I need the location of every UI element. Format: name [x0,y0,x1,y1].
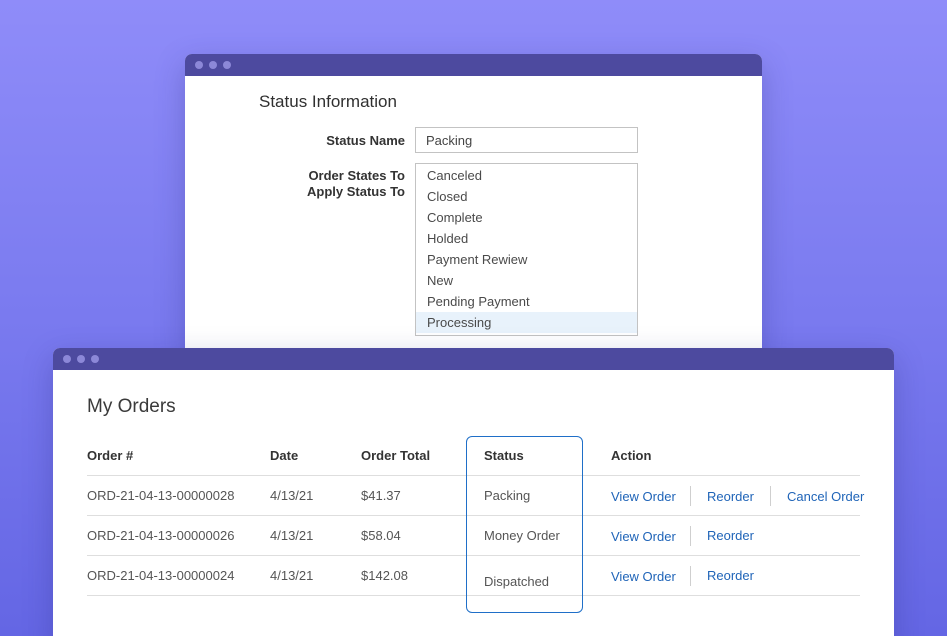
order-state-option-closed[interactable]: Closed [416,186,637,207]
order-state-option-holded[interactable]: Holded [416,228,637,249]
window-dot-icon [223,61,231,69]
reorder-link[interactable]: Reorder [691,568,770,583]
window-dot-icon [91,355,99,363]
column-header-date: Date [270,448,299,463]
order-state-option-processing[interactable]: Processing [416,312,637,333]
column-header-status: Status [484,448,524,463]
order-state-option-canceled[interactable]: Canceled [416,165,637,186]
order-states-label: Order States To Apply Status To [275,168,405,200]
status-name-input[interactable] [415,127,638,153]
table-row: ORD-21-04-13-00000028 4/13/21 $41.37 Pac… [87,476,864,516]
window-dot-icon [195,61,203,69]
order-status: Money Order [484,528,560,543]
order-total: $58.04 [361,528,401,543]
column-header-action: Action [611,448,652,463]
reorder-link[interactable]: Reorder [691,528,770,543]
order-status: Packing [484,488,531,503]
my-orders-title: My Orders [87,396,176,417]
table-row: ORD-21-04-13-00000024 4/13/21 $142.08 Di… [87,556,860,596]
order-date: 4/13/21 [270,488,314,503]
order-number: ORD-21-04-13-00000024 [87,568,235,583]
order-status: Dispatched [484,574,550,589]
window-dot-icon [77,355,85,363]
table-header-row: Order # Date Order Total Status Action [87,436,860,476]
order-states-label-line: Order States To [308,168,405,183]
order-total: $142.08 [361,568,408,583]
order-number: ORD-21-04-13-00000026 [87,528,235,543]
order-state-option-complete[interactable]: Complete [416,207,637,228]
order-actions: View Order Reorder [611,556,770,596]
status-information-window: Status Information Status Name Order Sta… [185,54,762,354]
view-order-link[interactable]: View Order [611,569,690,584]
order-actions: View Order Reorder Cancel Order [611,476,864,516]
status-name-label: Status Name [326,133,405,148]
column-header-total: Order Total [361,448,431,463]
window-dot-icon [63,355,71,363]
order-total: $41.37 [361,488,401,503]
order-number: ORD-21-04-13-00000028 [87,488,235,503]
window-titlebar [185,54,762,76]
cancel-order-link[interactable]: Cancel Order [771,489,864,504]
window-dot-icon [209,61,217,69]
column-header-order: Order # [87,448,134,463]
order-states-multiselect[interactable]: Canceled Closed Complete Holded Payment … [415,163,638,336]
order-state-option-payment-review[interactable]: Payment Rewiew [416,249,637,270]
status-information-title: Status Information [259,92,397,111]
order-state-option-pending-payment[interactable]: Pending Payment [416,291,637,312]
order-date: 4/13/21 [270,568,314,583]
order-date: 4/13/21 [270,528,314,543]
order-state-option-new[interactable]: New [416,270,637,291]
order-states-label-line: Apply Status To [307,184,405,199]
reorder-link[interactable]: Reorder [691,489,770,504]
table-row: ORD-21-04-13-00000026 4/13/21 $58.04 Mon… [87,516,860,556]
my-orders-window: My Orders Order # Date Order Total Statu… [53,348,894,636]
order-actions: View Order Reorder [611,516,770,556]
window-titlebar [53,348,894,370]
view-order-link[interactable]: View Order [611,489,690,504]
orders-table: Order # Date Order Total Status Action O… [87,436,864,596]
view-order-link[interactable]: View Order [611,529,690,544]
